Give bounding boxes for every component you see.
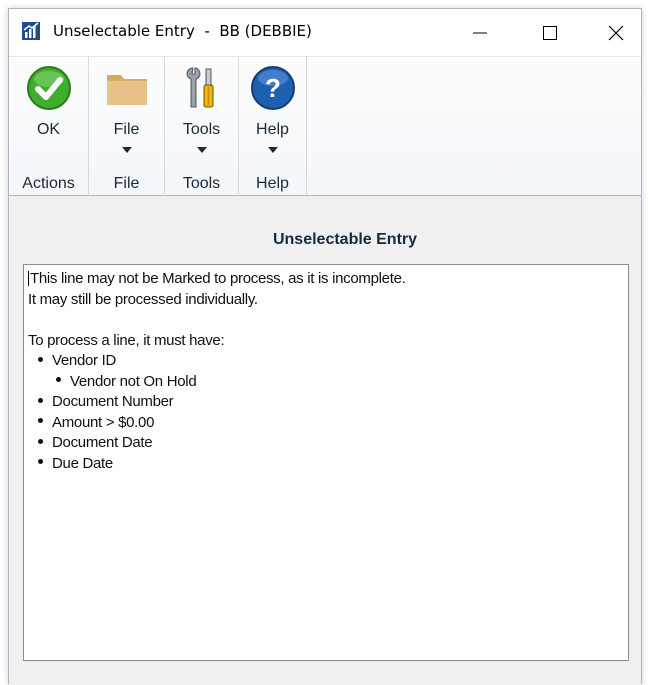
bullet-icon	[38, 356, 43, 362]
folder-icon	[106, 75, 147, 105]
tools-button-label: Tools	[182, 121, 221, 138]
message-line: This line may not be Marked to process, …	[28, 269, 624, 290]
help-button-label: Help	[256, 121, 289, 138]
file-menu-button[interactable]: File	[89, 63, 164, 163]
ribbon-group-help: ? Help Help	[239, 57, 307, 197]
page-title: Unselectable Entry	[272, 231, 418, 248]
list-item: Due Date	[28, 454, 624, 475]
ribbon-group-tools: Tools Tools	[165, 57, 239, 197]
group-label-actions: Actions	[22, 175, 75, 192]
list-item: Amount > $0.00	[28, 413, 624, 434]
minimize-button[interactable]	[453, 9, 507, 56]
bullet-icon	[38, 397, 43, 403]
ribbon-group-file: File File	[89, 57, 165, 197]
tools-icon	[185, 67, 213, 108]
message-textbox[interactable]: This line may not be Marked to process, …	[23, 264, 629, 661]
file-button-label: File	[113, 121, 140, 138]
close-button[interactable]	[589, 9, 643, 56]
group-label-help: Help	[256, 175, 289, 192]
list-item: Document Number	[28, 392, 624, 413]
list-item-text: Document Number	[52, 393, 174, 410]
dialog-content: Unselectable Entry This line may not be …	[9, 197, 641, 685]
message-line: It may still be processed individually.	[28, 290, 258, 308]
message-line: To process a line, it must have:	[28, 331, 225, 349]
window-title: Unselectable Entry - BB (DEBBIE)	[53, 22, 312, 40]
list-item: Vendor ID	[28, 351, 624, 372]
message-line-text: This line may not be Marked to process, …	[30, 270, 406, 287]
app-chart-icon	[22, 22, 40, 40]
bullet-icon	[38, 418, 43, 424]
group-label-tools: Tools	[182, 175, 221, 192]
minimize-icon	[473, 32, 487, 33]
tools-menu-button[interactable]: Tools	[165, 63, 238, 163]
bullet-icon	[56, 377, 61, 383]
ribbon-group-actions: OK Actions	[9, 57, 89, 197]
ribbon-toolbar: OK Actions File File Tools Tools ? Help …	[9, 56, 641, 197]
bullet-icon	[38, 438, 43, 444]
chevron-down-icon	[196, 147, 207, 153]
text-cursor	[28, 270, 29, 286]
maximize-button[interactable]	[523, 9, 577, 56]
help-menu-button[interactable]: ? Help	[239, 63, 306, 163]
ok-check-icon	[26, 66, 71, 110]
list-item-text: Amount > $0.00	[52, 413, 155, 431]
title-bar: Unselectable Entry - BB (DEBBIE)	[9, 9, 641, 56]
close-icon	[608, 25, 624, 40]
list-item-text: Document Date	[52, 434, 153, 451]
list-item-text: Vendor ID	[52, 352, 117, 369]
chevron-down-icon	[267, 147, 278, 153]
group-label-file: File	[113, 175, 140, 192]
list-item-text: Due Date	[52, 454, 113, 472]
svg-text:?: ?	[265, 73, 281, 103]
chevron-down-icon	[121, 147, 132, 153]
list-item: Document Date	[28, 433, 624, 454]
help-question-icon: ?	[250, 66, 295, 110]
maximize-icon	[543, 25, 557, 40]
list-item-text: Vendor not On Hold	[70, 372, 197, 390]
list-item: Vendor not On Hold	[28, 372, 624, 393]
ok-button-label: OK	[36, 121, 61, 138]
bullet-icon	[38, 459, 43, 465]
dialog-window: Unselectable Entry - BB (DEBBIE) OK Acti…	[8, 8, 642, 685]
ok-button[interactable]: OK	[9, 63, 88, 163]
